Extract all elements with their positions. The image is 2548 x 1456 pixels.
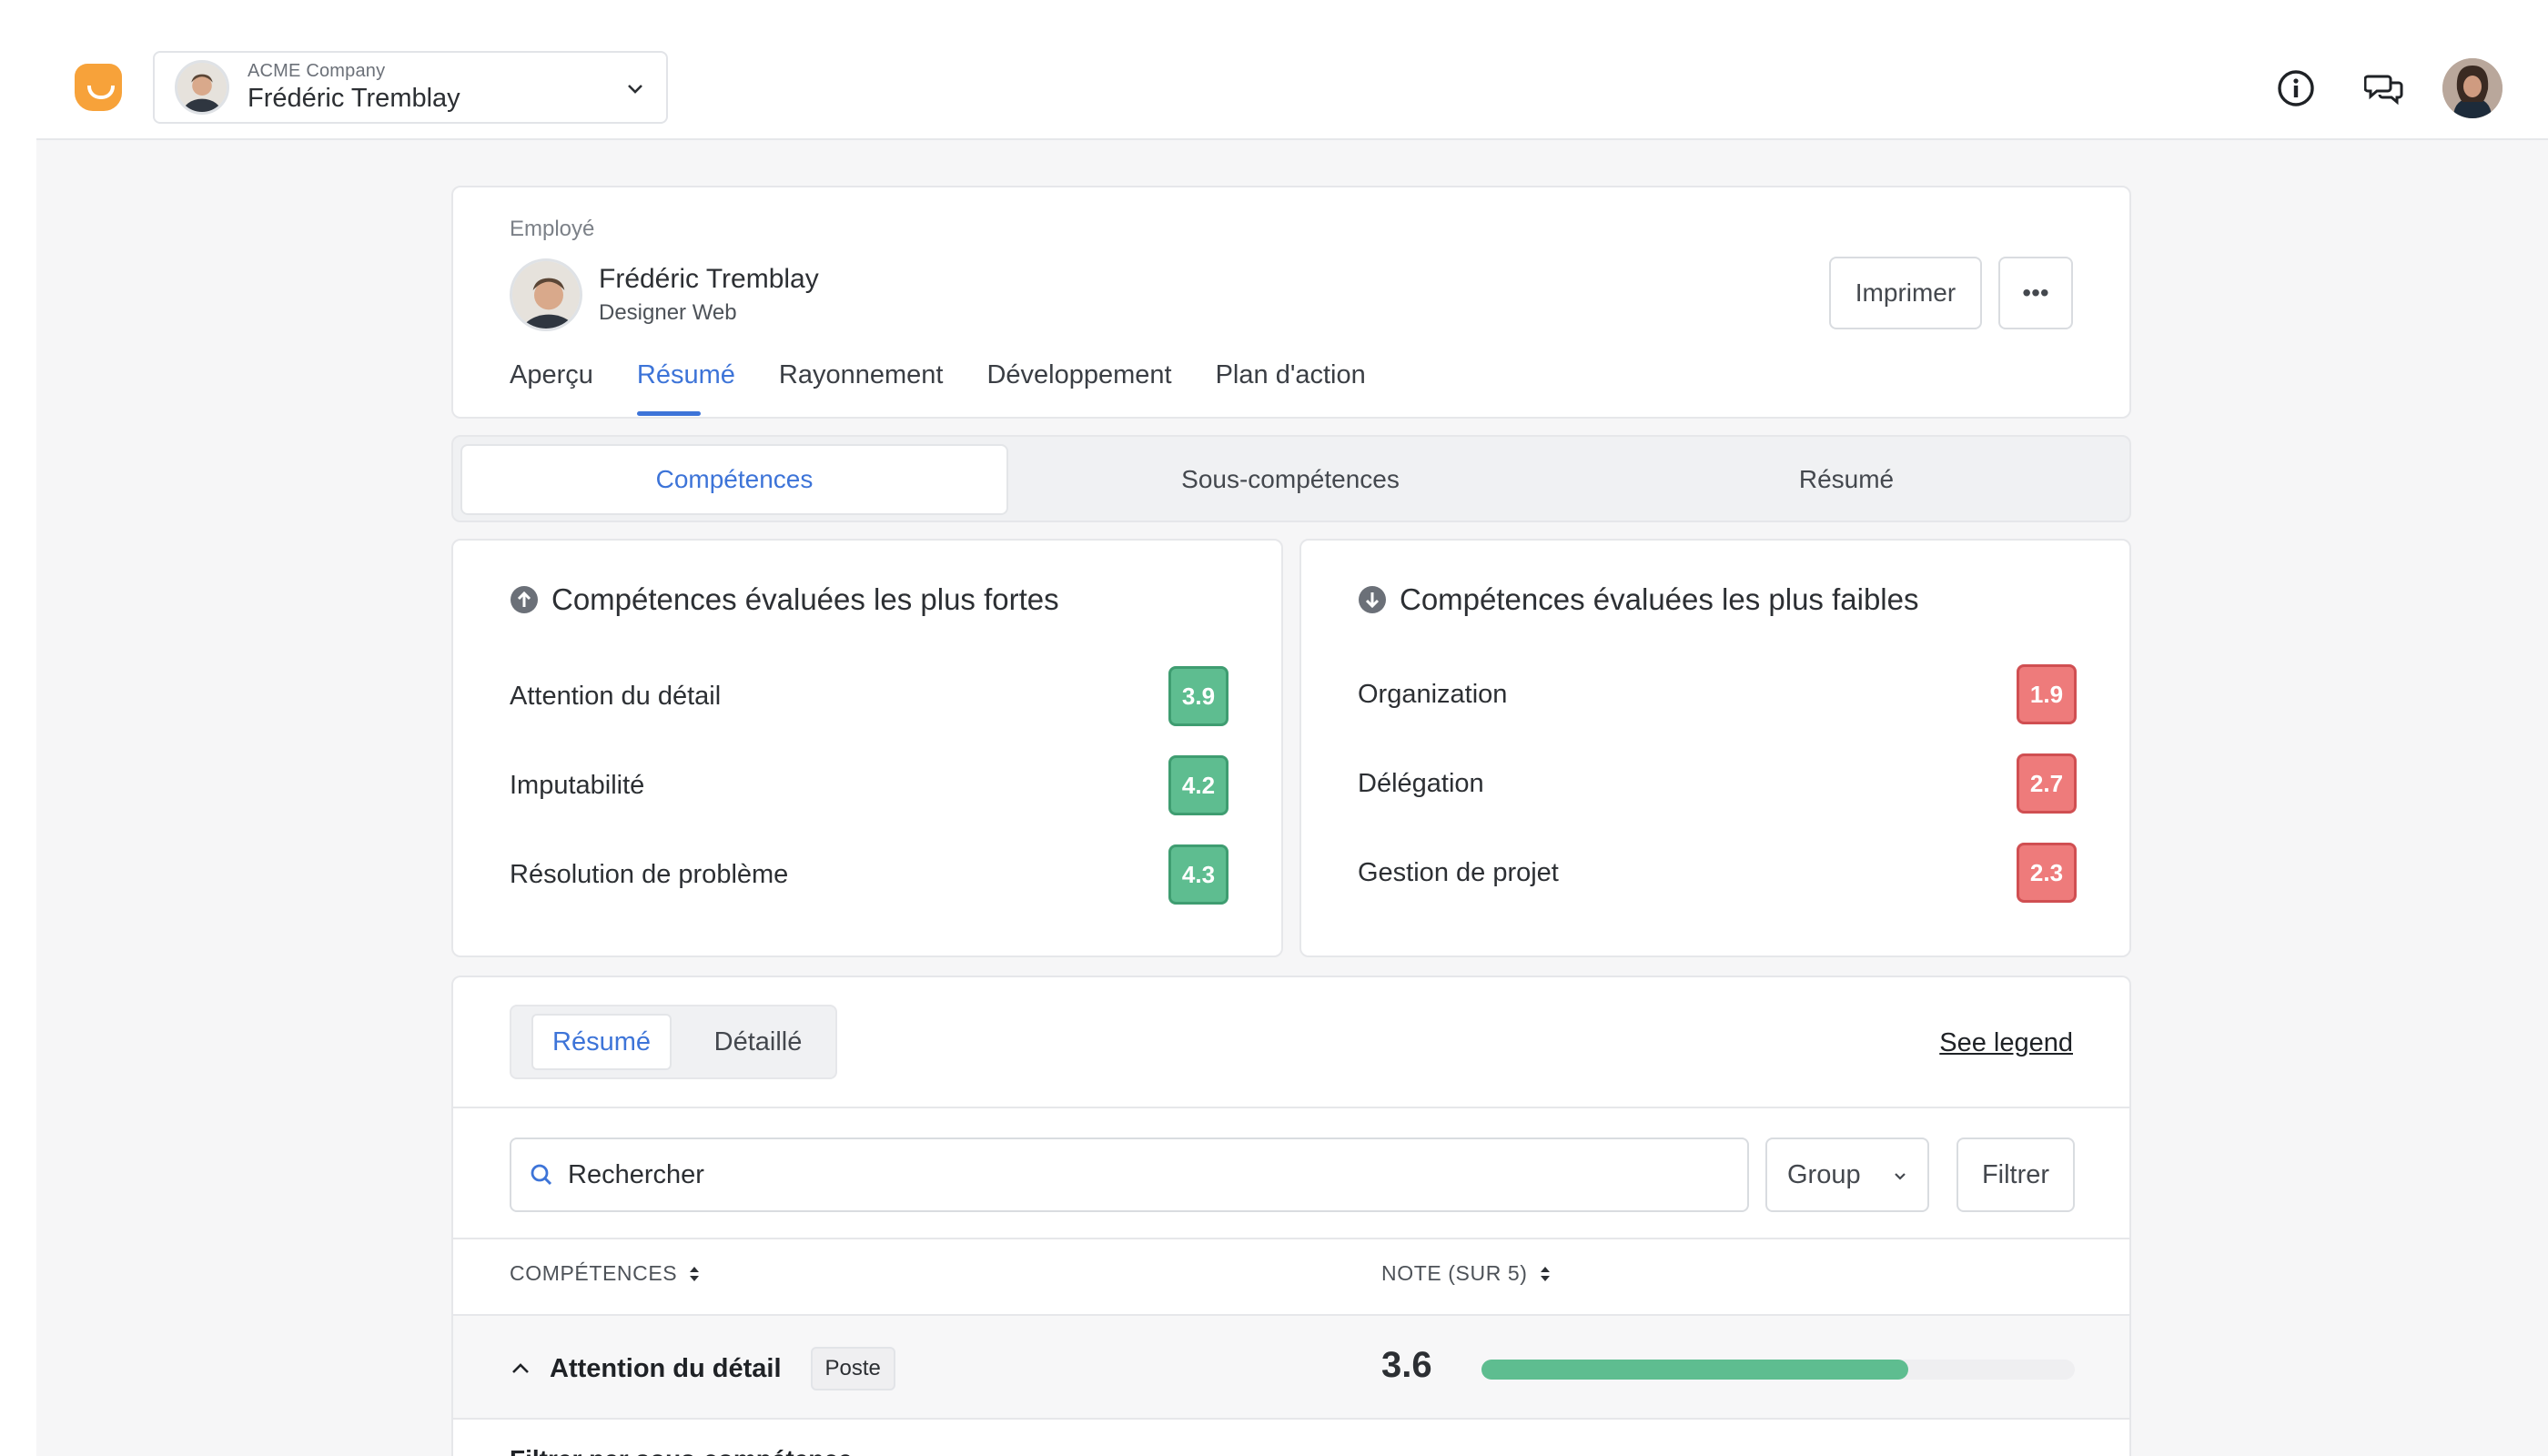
arrow-down-circle-icon: [1359, 586, 1386, 613]
segment-sous-competences[interactable]: Sous-compétences: [1017, 444, 1563, 515]
list-item: Imputabilité 4.2: [510, 755, 1228, 815]
divider: [453, 1107, 2129, 1108]
print-button[interactable]: Imprimer: [1829, 257, 1982, 329]
column-header-note[interactable]: NOTE (SUR 5): [1381, 1261, 1552, 1286]
strongest-title: Compétences évaluées les plus fortes: [551, 582, 1059, 616]
search-placeholder: Rechercher: [568, 1159, 704, 1189]
search-icon: [531, 1164, 552, 1186]
list-item: Gestion de projet 2.3: [1358, 843, 2077, 903]
toggle-detaille[interactable]: Détaillé: [690, 1014, 826, 1070]
row-skill-name: Attention du détail: [550, 1353, 782, 1383]
employee-name: Frédéric Tremblay: [599, 264, 819, 294]
group-select[interactable]: Group: [1765, 1138, 1929, 1212]
employee-avatar: [510, 258, 582, 331]
strongest-skills-card: Compétences évaluées les plus fortes Att…: [451, 539, 1283, 957]
score-badge: 4.2: [1168, 755, 1228, 815]
divider: [453, 1238, 2129, 1239]
column-header-competences[interactable]: COMPÉTENCES: [510, 1261, 701, 1286]
employee-role: Designer Web: [599, 300, 737, 325]
view-toggle: Résumé Détaillé: [510, 1005, 837, 1079]
chevron-down-icon: [628, 85, 642, 94]
more-options-button[interactable]: •••: [1998, 257, 2073, 329]
segment-competences[interactable]: Compétences: [460, 444, 1008, 515]
profile-avatar[interactable]: [2442, 58, 2502, 118]
chat-icon[interactable]: [2364, 71, 2404, 107]
segment-resume[interactable]: Résumé: [1572, 444, 2120, 515]
tab-apercu[interactable]: Aperçu: [510, 360, 593, 416]
sort-icon: [690, 1266, 700, 1281]
skills-segmented-control: Compétences Sous-compétences Résumé: [451, 435, 2131, 522]
search-input[interactable]: Rechercher: [510, 1138, 1749, 1212]
list-item: Organization 1.9: [1358, 664, 2077, 724]
table-row[interactable]: Attention du détail Poste 3.6: [453, 1314, 2129, 1420]
tab-rayonnement[interactable]: Rayonnement: [779, 360, 944, 416]
filter-button[interactable]: Filtrer: [1956, 1138, 2075, 1212]
row-score: 3.6: [1381, 1345, 1432, 1385]
tab-resume[interactable]: Résumé: [636, 360, 735, 416]
sub-skill-filter-label: Filtrer par sous-compétence: [510, 1445, 853, 1456]
info-icon[interactable]: [2277, 69, 2315, 107]
tab-plan-action[interactable]: Plan d'action: [1216, 360, 1366, 416]
employee-card: Employé Frédéric Tremblay Designer Web I…: [451, 186, 2131, 419]
tab-developpement[interactable]: Développement: [986, 360, 1171, 416]
list-item: Délégation 2.7: [1358, 753, 2077, 814]
avatar: [175, 60, 229, 115]
arrow-up-circle-icon: [511, 586, 538, 613]
employee-label: Employé: [510, 217, 595, 241]
see-legend-link[interactable]: See legend: [1939, 1028, 2073, 1058]
company-name: ACME Company: [248, 61, 386, 81]
score-bar: [1481, 1360, 2075, 1380]
company-user-select[interactable]: ACME Company Frédéric Tremblay: [153, 51, 668, 124]
status-badge: Poste: [810, 1347, 895, 1390]
score-badge: 2.7: [2017, 753, 2077, 814]
employee-tabs: Aperçu Résumé Rayonnement Développement …: [510, 360, 1410, 416]
weakest-skills-card: Compétences évaluées les plus faibles Or…: [1299, 539, 2131, 957]
score-badge: 4.3: [1168, 844, 1228, 905]
score-badge: 1.9: [2017, 664, 2077, 724]
score-badge: 3.9: [1168, 666, 1228, 726]
score-badge: 2.3: [2017, 843, 2077, 903]
top-bar: ACME Company Frédéric Tremblay: [0, 0, 2548, 138]
list-item: Attention du détail 3.9: [510, 666, 1228, 726]
weakest-title: Compétences évaluées les plus faibles: [1400, 582, 1919, 616]
skills-detail-card: Résumé Détaillé See legend Rechercher Gr…: [451, 976, 2131, 1456]
chevron-down-icon: [1895, 1173, 1906, 1180]
chevron-up-icon[interactable]: [510, 1358, 531, 1380]
sort-icon: [1540, 1266, 1550, 1281]
logo-icon[interactable]: [75, 64, 122, 111]
list-item: Résolution de problème 4.3: [510, 844, 1228, 905]
score-bar-fill: [1481, 1360, 1909, 1380]
toggle-resume[interactable]: Résumé: [531, 1014, 672, 1070]
current-user-name: Frédéric Tremblay: [248, 84, 460, 113]
